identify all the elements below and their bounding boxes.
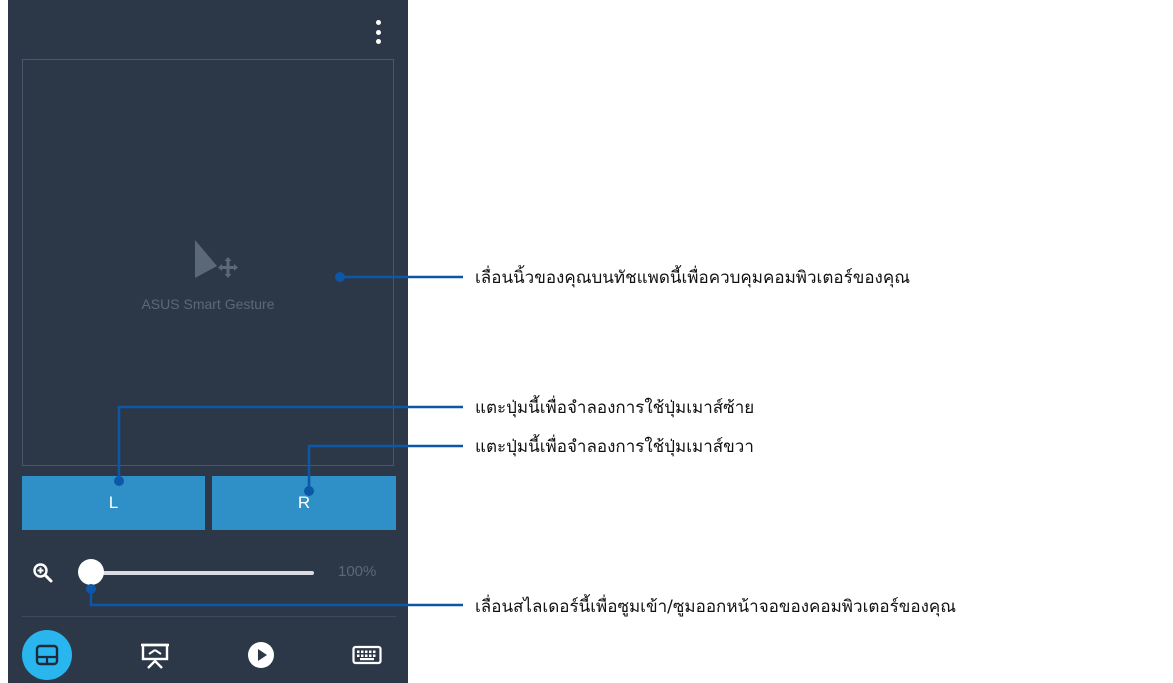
zoom-slider-thumb[interactable] xyxy=(78,559,104,585)
nav-divider xyxy=(22,616,396,617)
keyboard-icon xyxy=(352,645,382,665)
zoom-value: 100% xyxy=(338,563,377,580)
zoom-slider-track[interactable] xyxy=(90,571,314,575)
overflow-menu-icon[interactable] xyxy=(374,20,382,44)
presentation-icon xyxy=(141,643,169,669)
play-icon xyxy=(248,642,274,668)
touchpad-area[interactable]: ASUS Smart Gesture xyxy=(22,59,394,466)
callout-right-button: แตะปุ่มนี้เพื่อจำลองการใช้ปุ่มเมาส์ขวา xyxy=(475,437,754,457)
nav-media-tab[interactable] xyxy=(236,630,286,680)
callout-zoom-slider: เลื่อนสไลเดอร์นี้เพื่อซูมเข้า/ซูมออกหน้า… xyxy=(475,597,957,617)
nav-keyboard-tab[interactable] xyxy=(342,630,392,680)
asus-remote-panel: ASUS Smart Gesture L R 100% xyxy=(8,0,408,683)
touchpad-icon xyxy=(35,644,59,666)
left-mouse-button[interactable]: L xyxy=(22,476,205,530)
callout-touchpad: เลื่อนนิ้วของคุณบนทัชแพดนี้เพื่อควบคุมคอ… xyxy=(475,268,911,288)
nav-touchpad-tab[interactable] xyxy=(22,630,72,680)
touchpad-label: ASUS Smart Gesture xyxy=(141,296,275,312)
zoom-in-icon xyxy=(33,563,53,583)
right-mouse-button[interactable]: R xyxy=(212,476,396,530)
callout-left-button: แตะปุ่มนี้เพื่อจำลองการใช้ปุ่มเมาส์ซ้าย xyxy=(475,398,755,418)
cursor-move-icon xyxy=(195,240,238,278)
nav-presentation-tab[interactable] xyxy=(130,630,180,680)
